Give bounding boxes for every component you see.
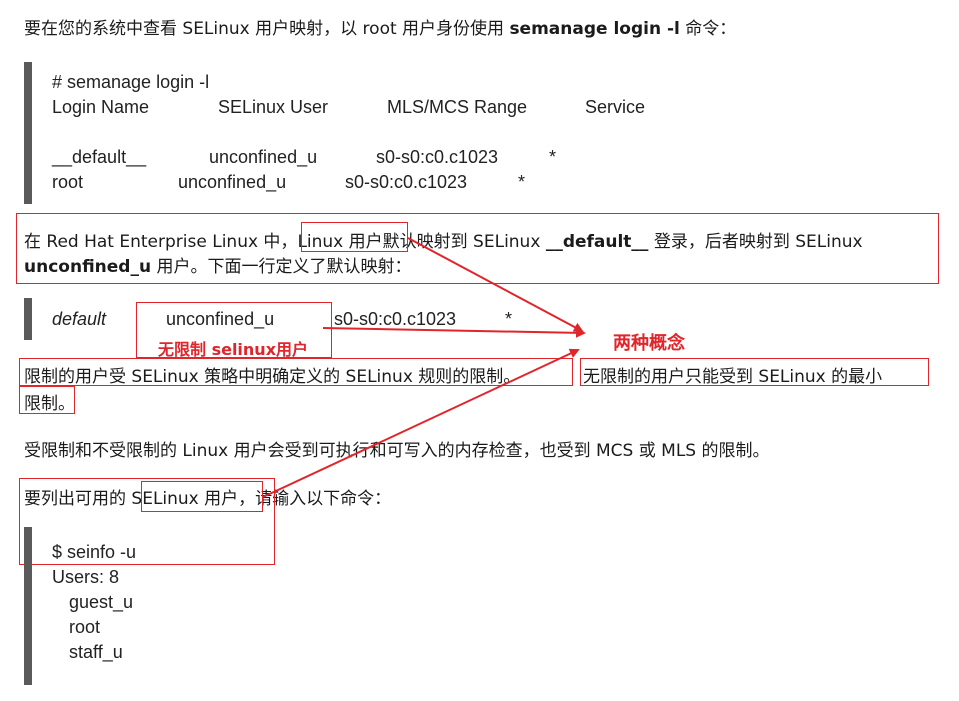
arrow-selinux-user-to-concepts (262, 348, 580, 498)
annotation-arrows (262, 237, 586, 498)
arrow-unconfined-to-concepts (322, 327, 586, 338)
arrow-linux-user-to-concepts (407, 237, 584, 332)
